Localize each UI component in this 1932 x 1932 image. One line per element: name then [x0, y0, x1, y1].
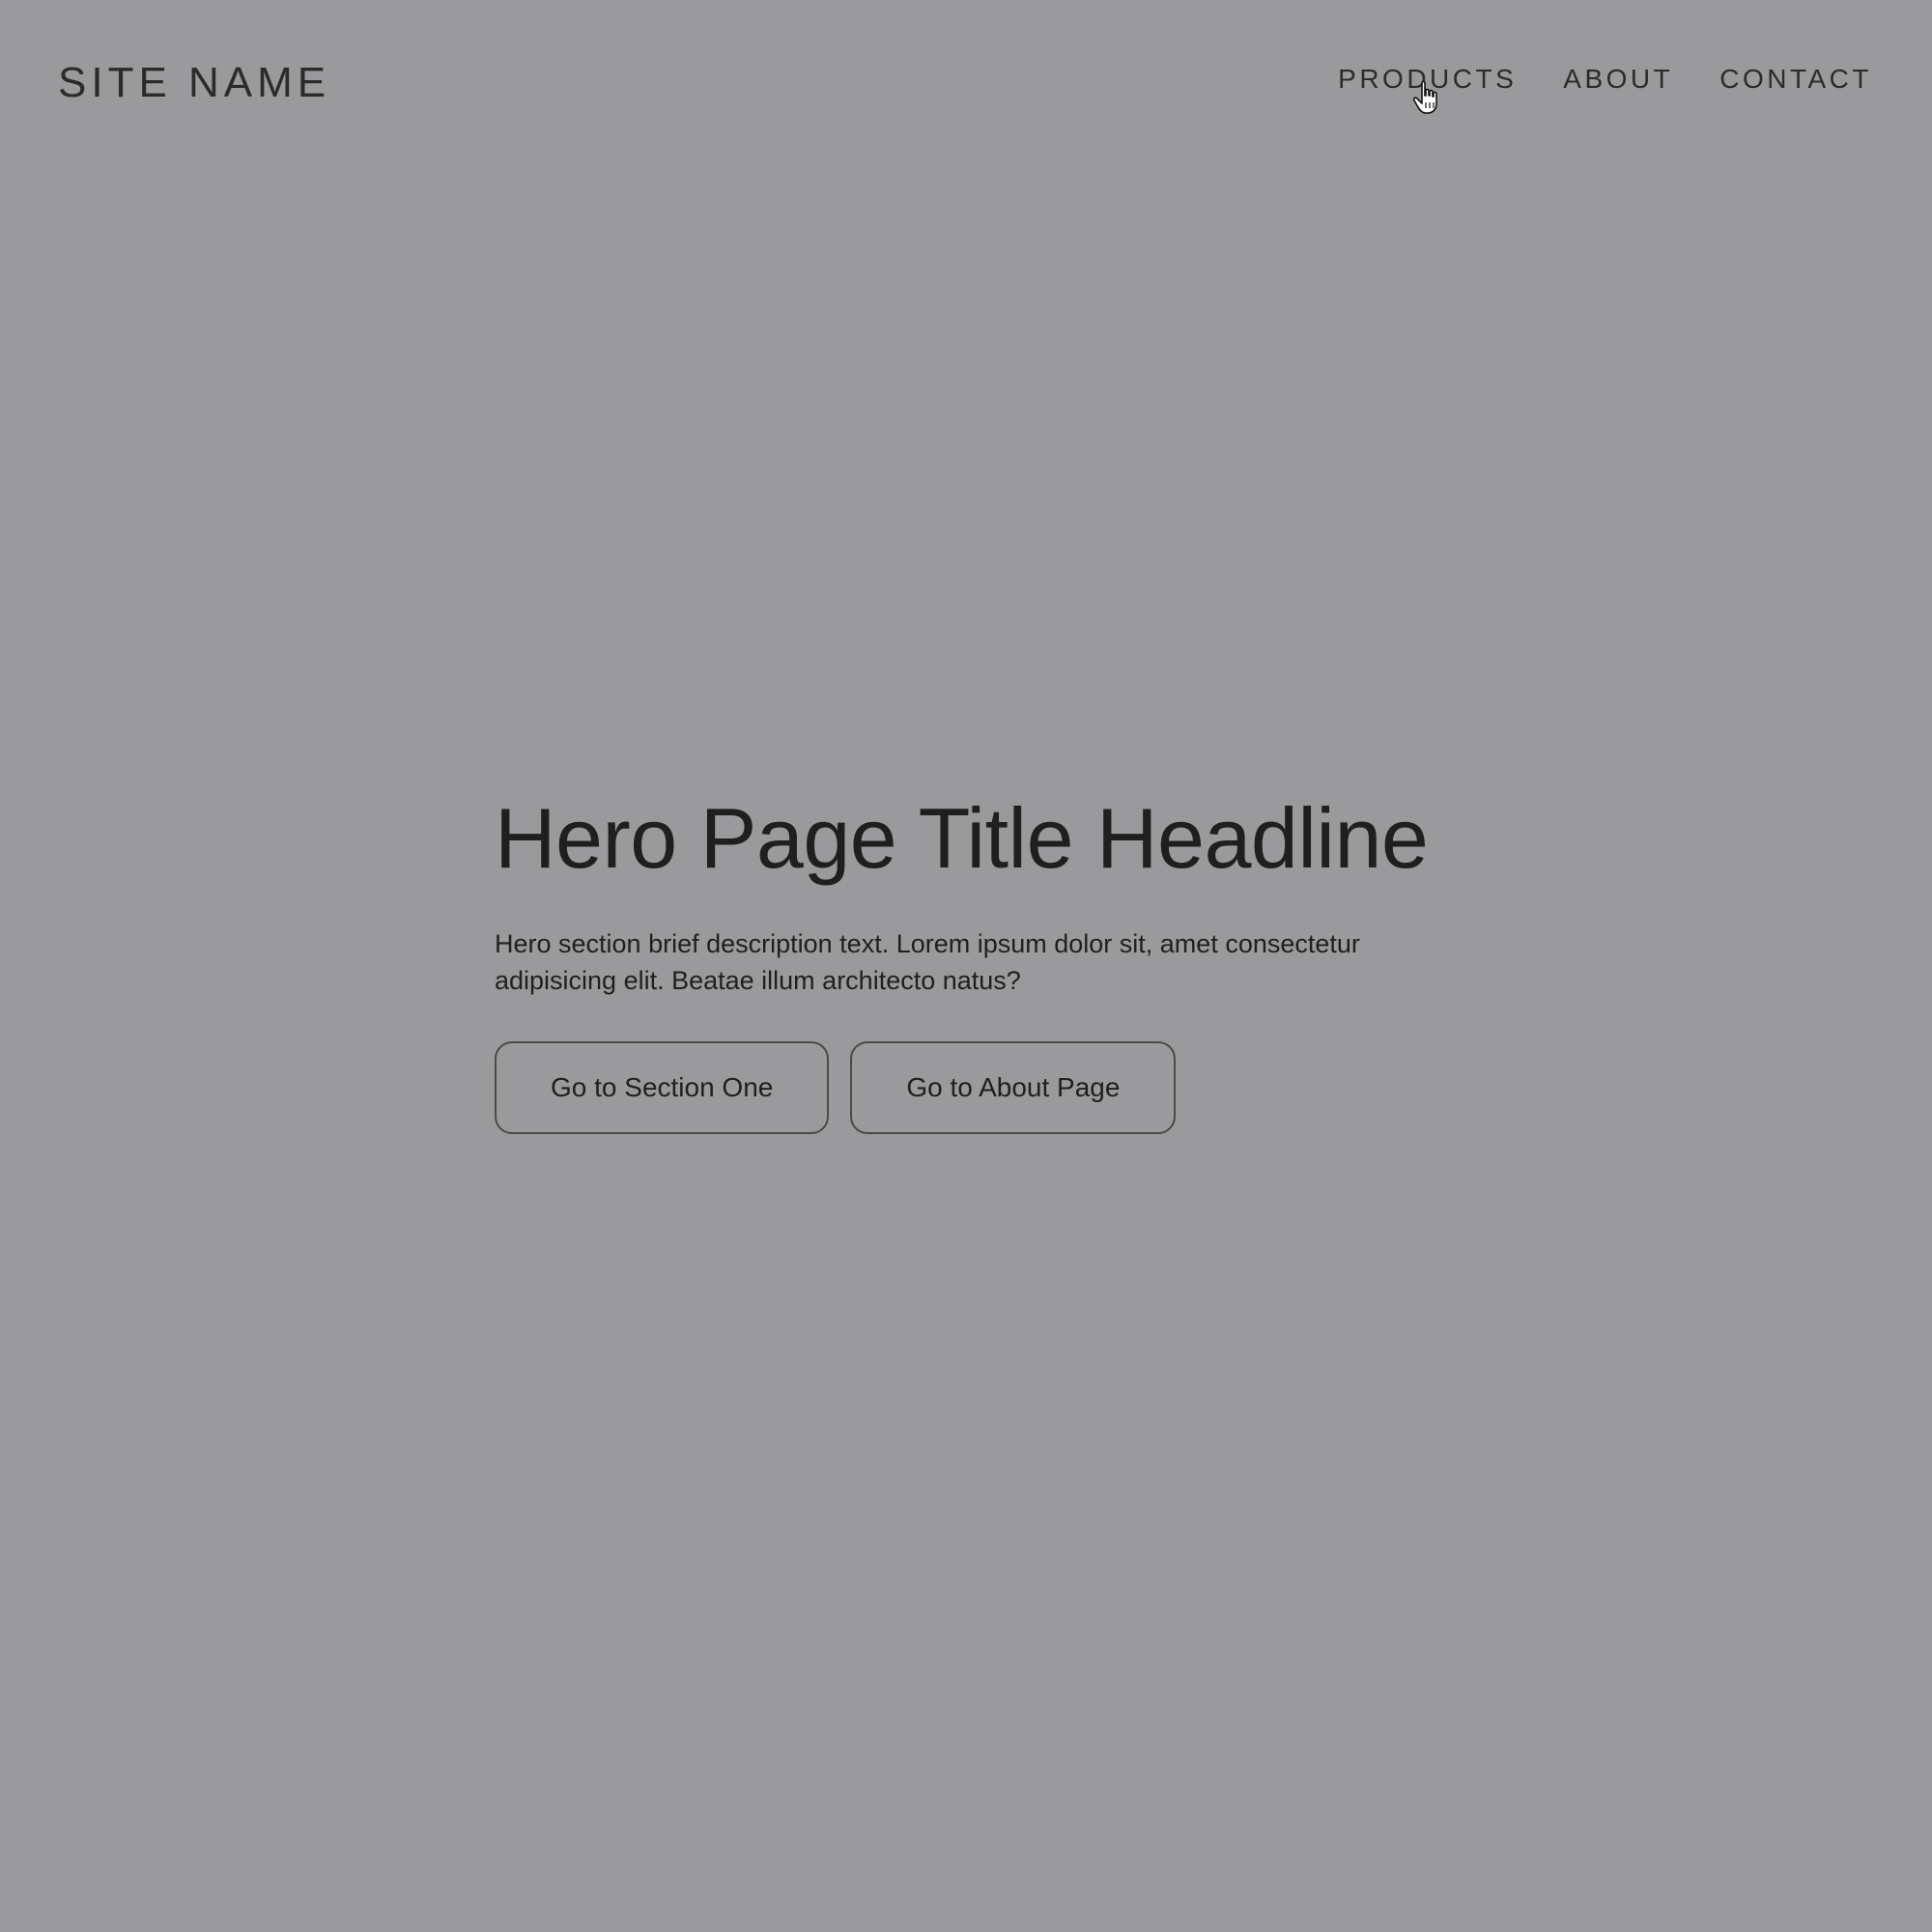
- site-header: SITE NAME PRODUCTS ABOUT CONTACT: [0, 0, 1932, 174]
- go-to-about-page-button[interactable]: Go to About Page: [850, 1041, 1177, 1135]
- nav-item-products[interactable]: PRODUCTS: [1338, 66, 1517, 114]
- page: SITE NAME PRODUCTS ABOUT CONTACT Hero Pa…: [0, 0, 1932, 1932]
- main-nav: PRODUCTS ABOUT CONTACT: [1338, 66, 1872, 114]
- go-to-section-one-button[interactable]: Go to Section One: [495, 1041, 830, 1135]
- hand-pointer-icon: [1413, 80, 1437, 114]
- site-logo[interactable]: SITE NAME: [58, 62, 330, 104]
- hero-title: Hero Page Title Headline: [495, 790, 1429, 886]
- nav-item-about[interactable]: ABOUT: [1563, 66, 1673, 93]
- hero-description: Hero section brief description text. Lor…: [495, 929, 1360, 996]
- hero-section: Hero Page Title Headline Hero section br…: [495, 790, 1461, 1135]
- hero-actions: Go to Section One Go to About Page: [495, 1041, 1461, 1135]
- nav-item-contact[interactable]: CONTACT: [1719, 66, 1872, 93]
